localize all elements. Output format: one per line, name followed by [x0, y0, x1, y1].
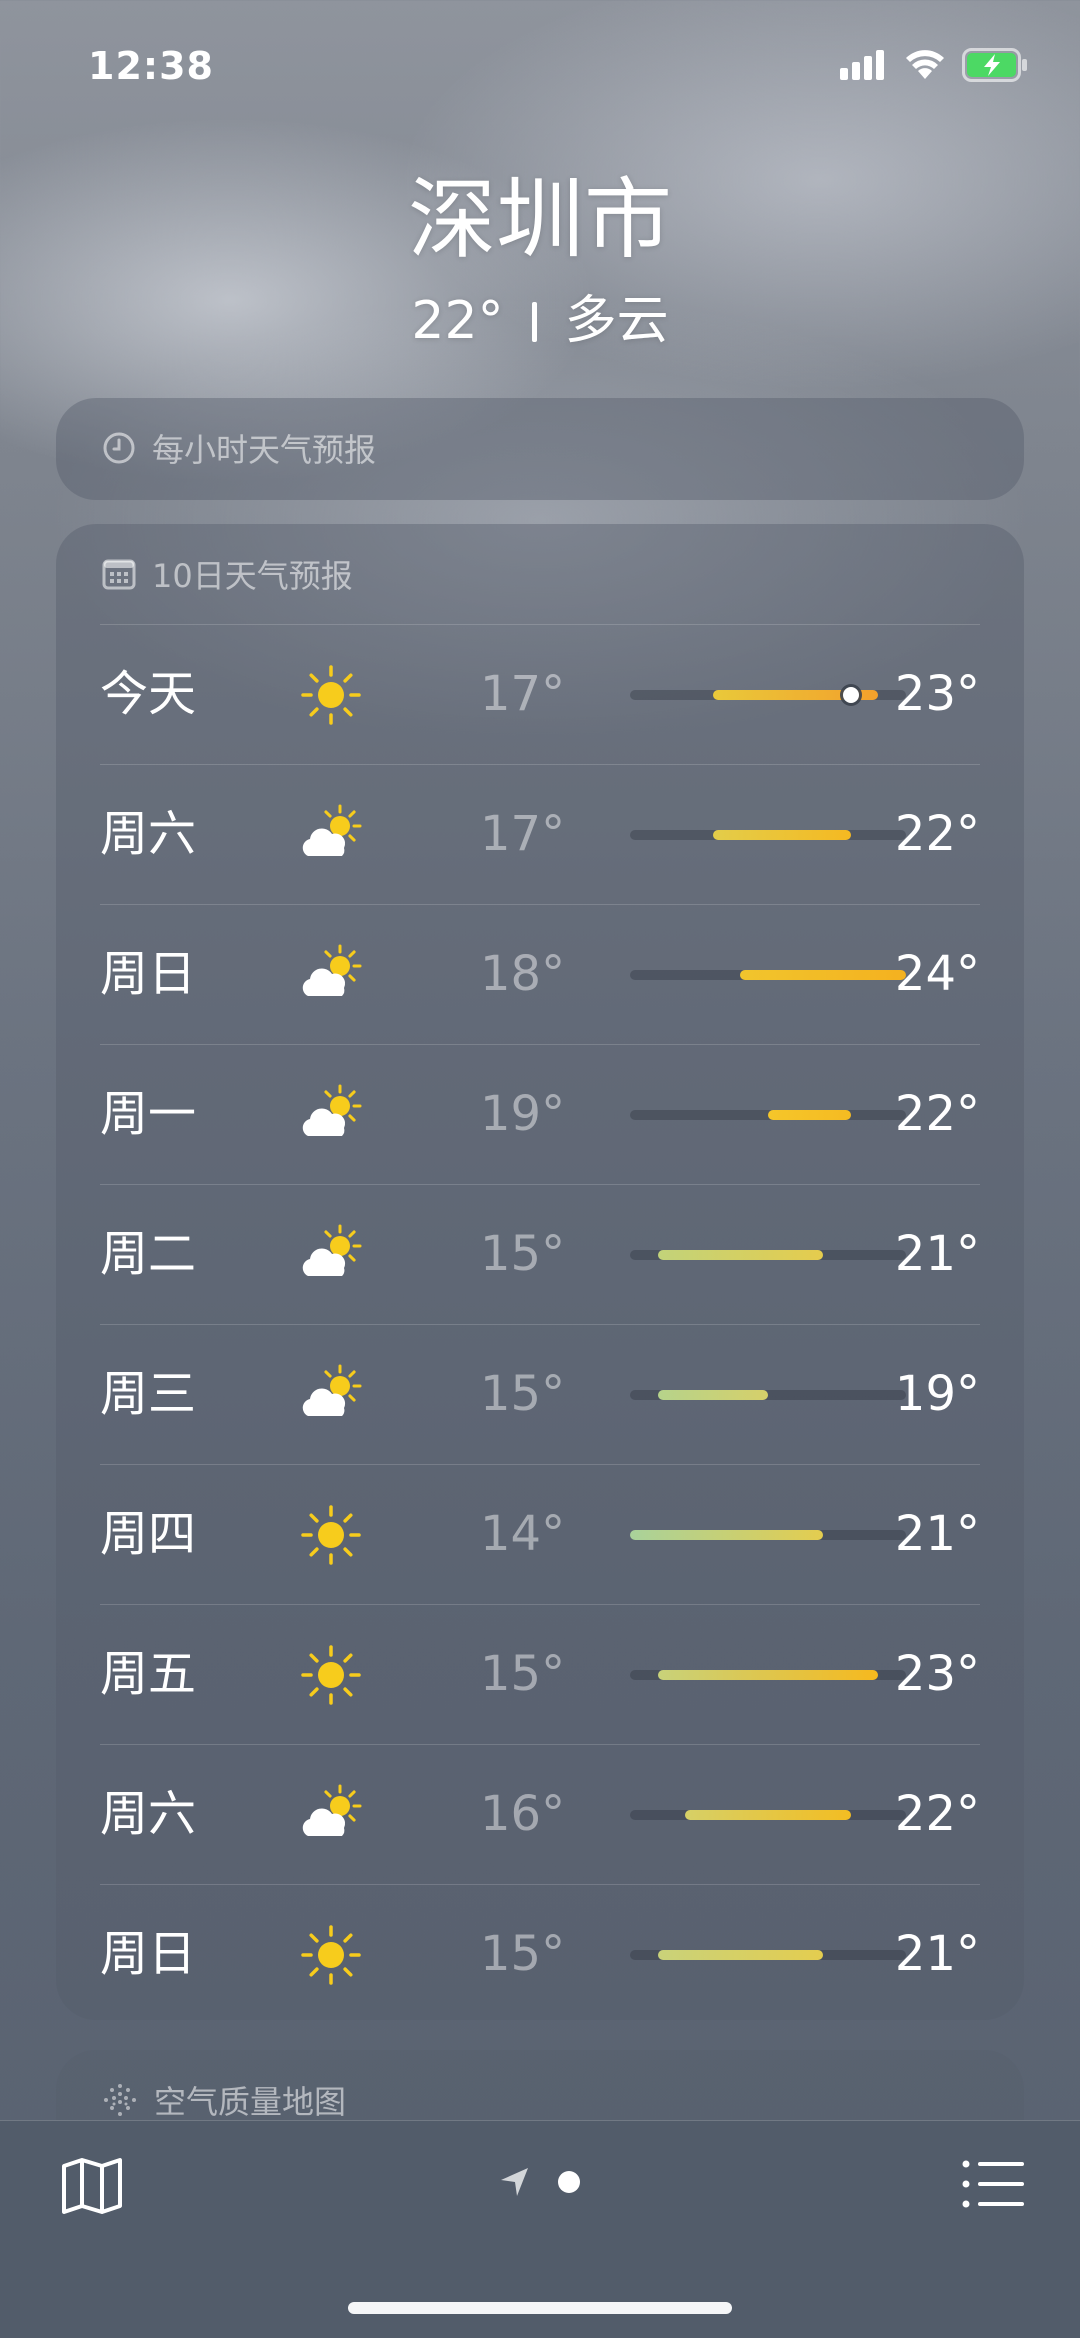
- forecast-row[interactable]: 周日 15° 21°: [100, 1885, 980, 2024]
- temperature-range-fill: [657, 1670, 879, 1680]
- status-icons: [840, 48, 1028, 82]
- forecast-list: 今天 17° 23° 周六 17° 22° 周日 18° 24° 周一 19° 22° 周二 15° 21°…: [56, 625, 1024, 2024]
- temperature-range-bar: [630, 687, 906, 703]
- sun-icon: [300, 1504, 362, 1566]
- forecast-high-temp: 24°: [894, 946, 980, 1002]
- forecast-high-temp: 21°: [894, 1506, 980, 1562]
- current-condition: 多云: [564, 291, 669, 351]
- air-quality-icon: [104, 2084, 136, 2116]
- sun-icon: [300, 664, 362, 726]
- partly-cloudy-icon: [300, 1084, 362, 1146]
- temperature-range-bar: [630, 1810, 906, 1820]
- temperature-range-bar: [630, 1110, 906, 1120]
- forecast-low-temp: 17°: [480, 666, 566, 722]
- temperature-range-bar: [630, 1250, 906, 1260]
- forecast-row[interactable]: 周四 14° 21°: [100, 1465, 980, 1605]
- temperature-range-fill: [657, 1250, 824, 1260]
- location-header: 深圳市 22° 多云: [0, 160, 1080, 356]
- battery-charging-icon: [962, 48, 1027, 82]
- forecast-low-temp: 14°: [480, 1506, 566, 1562]
- forecast-day-label: 周日: [100, 1926, 197, 1982]
- wifi-icon: [906, 50, 944, 79]
- forecast-day-label: 周二: [100, 1226, 197, 1282]
- partly-cloudy-icon: [300, 804, 362, 866]
- forecast-day-label: 周六: [100, 806, 197, 862]
- forecast-day-label: 周一: [100, 1086, 197, 1142]
- ten-day-forecast-header: 10日天气预报: [100, 524, 980, 625]
- forecast-high-temp: 19°: [894, 1366, 980, 1422]
- forecast-low-temp: 17°: [480, 806, 566, 862]
- forecast-row[interactable]: 周三 15° 19°: [100, 1325, 980, 1465]
- forecast-low-temp: 16°: [480, 1786, 566, 1842]
- forecast-day-label: 周六: [100, 1786, 197, 1842]
- map-icon[interactable]: [60, 2156, 124, 2216]
- forecast-day-label: 周日: [100, 946, 197, 1002]
- forecast-row[interactable]: 周六 16° 22°: [100, 1745, 980, 1885]
- forecast-low-temp: 15°: [480, 1366, 566, 1422]
- temperature-range-bar: [630, 970, 906, 980]
- current-summary: 22° 多云: [0, 286, 1080, 356]
- forecast-row[interactable]: 周二 15° 21°: [100, 1185, 980, 1325]
- temperature-range-bar: [630, 1530, 906, 1540]
- hourly-forecast-title: 每小时天气预报: [152, 431, 377, 469]
- list-icon[interactable]: [962, 2159, 1024, 2209]
- partly-cloudy-icon: [300, 1224, 362, 1286]
- current-temperature: 22°: [411, 291, 504, 351]
- temperature-range-fill: [712, 830, 851, 840]
- forecast-row[interactable]: 周一 19° 22°: [100, 1045, 980, 1185]
- forecast-low-temp: 15°: [480, 1926, 566, 1982]
- forecast-row[interactable]: 周六 17° 22°: [100, 765, 980, 905]
- calendar-icon: [102, 559, 136, 590]
- forecast-high-temp: 22°: [894, 806, 980, 862]
- forecast-low-temp: 19°: [480, 1086, 566, 1142]
- forecast-high-temp: 21°: [894, 1226, 980, 1282]
- forecast-low-temp: 18°: [480, 946, 566, 1002]
- home-indicator: [348, 2302, 732, 2314]
- forecast-day-label: 今天: [100, 666, 197, 722]
- sun-icon: [300, 1644, 362, 1706]
- temperature-range-fill: [768, 1110, 851, 1120]
- temperature-range-bar: [630, 1390, 906, 1400]
- forecast-high-temp: 22°: [894, 1786, 980, 1842]
- forecast-day-label: 周四: [100, 1506, 197, 1562]
- forecast-row[interactable]: 周日 18° 24°: [100, 905, 980, 1045]
- temperature-range-bar: [630, 1670, 906, 1680]
- hourly-forecast-header: 每小时天气预报: [56, 398, 1024, 498]
- forecast-high-temp: 23°: [894, 1646, 980, 1702]
- temperature-range-fill: [630, 1530, 824, 1540]
- partly-cloudy-icon: [300, 1784, 362, 1846]
- current-temperature-dot: [842, 687, 859, 703]
- forecast-low-temp: 15°: [480, 1646, 566, 1702]
- temperature-range-fill: [740, 970, 906, 980]
- page-indicator-dot[interactable]: [558, 2171, 580, 2193]
- ten-day-forecast-title: 10日天气预报: [152, 557, 353, 595]
- status-time: 12:38: [88, 44, 214, 88]
- hourly-forecast-card[interactable]: 每小时天气预报: [56, 398, 1024, 500]
- summary-separator: [531, 302, 537, 342]
- sun-icon: [300, 1924, 362, 1986]
- temperature-range-bar: [630, 830, 906, 840]
- status-bar: 12:38: [0, 0, 1080, 130]
- city-name: 深圳市: [407, 168, 672, 271]
- location-arrow-icon[interactable]: [498, 2165, 532, 2199]
- forecast-day-label: 周三: [100, 1366, 197, 1422]
- temperature-range-fill: [657, 1390, 768, 1400]
- forecast-low-temp: 15°: [480, 1226, 566, 1282]
- cellular-signal-icon: [840, 50, 884, 80]
- forecast-high-temp: 22°: [894, 1086, 980, 1142]
- air-quality-title: 空气质量地图: [154, 2083, 347, 2121]
- forecast-row[interactable]: 今天 17° 23°: [100, 625, 980, 765]
- forecast-high-temp: 21°: [894, 1926, 980, 1982]
- partly-cloudy-icon: [300, 944, 362, 1006]
- temperature-range-bar: [630, 1950, 906, 1960]
- clock-icon: [103, 432, 135, 464]
- temperature-range-fill: [657, 1950, 824, 1960]
- partly-cloudy-icon: [300, 1364, 362, 1426]
- forecast-row[interactable]: 周五 15° 23°: [100, 1605, 980, 1745]
- forecast-day-label: 周五: [100, 1646, 197, 1702]
- ten-day-forecast-card[interactable]: 10日天气预报 今天 17° 23° 周六 17° 22° 周日 18° 24° 周一 19° 22°…: [56, 524, 1024, 2020]
- temperature-range-fill: [685, 1810, 851, 1820]
- forecast-high-temp: 23°: [894, 666, 980, 722]
